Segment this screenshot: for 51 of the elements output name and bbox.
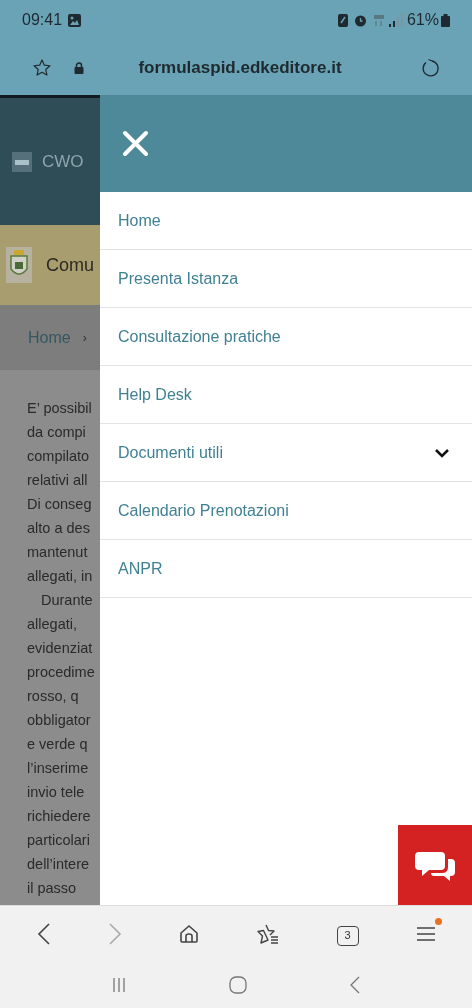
body-text-line: obbligator [27, 711, 92, 730]
body-text-line: relativi all [27, 471, 89, 490]
menu-item[interactable]: Help Desk [100, 366, 472, 424]
body-text-line: Durante [40, 591, 94, 610]
menu-icon[interactable] [415, 925, 436, 943]
chat-button[interactable] [398, 825, 472, 905]
body-text-line: rosso, q [27, 687, 80, 706]
breadcrumb-separator: › [82, 329, 87, 347]
coat-of-arms-icon [6, 247, 32, 283]
home-icon[interactable] [178, 924, 199, 944]
tabs-button[interactable]: 3 [336, 925, 359, 946]
signal-icon [387, 13, 404, 27]
reload-icon[interactable] [420, 57, 440, 78]
body-text-line: E’ possibil [27, 399, 93, 418]
body-text-line: invio tele [27, 783, 86, 802]
municipality-name: Comu [46, 253, 94, 277]
battery-percentage: 61% [406, 10, 439, 30]
body-text-line: richiedere [27, 807, 92, 826]
body-text-line: l’inserime [27, 759, 90, 778]
close-icon[interactable] [122, 130, 149, 157]
gallery-icon [67, 12, 83, 28]
alarm-icon [353, 13, 367, 27]
battery-icon [441, 13, 450, 27]
body-text-line: dell’intere [27, 855, 91, 874]
body-text-line: allegati, in [27, 567, 94, 586]
menu-item[interactable]: Consultazione pratiche [100, 308, 472, 366]
body-text-line: alto a des [27, 519, 91, 538]
back-icon[interactable] [36, 922, 51, 946]
back-icon[interactable] [350, 976, 361, 994]
menu-item[interactable]: ANPR [100, 540, 472, 598]
body-text-line: particolari [27, 831, 91, 850]
body-text-line: evidenziat [27, 639, 94, 658]
star-icon[interactable] [32, 57, 52, 78]
menu-item[interactable]: Calendario Prenotazioni [100, 482, 472, 540]
menu-item[interactable]: Home [100, 192, 472, 250]
body-text-line: Di conseg [27, 495, 93, 514]
menu-item[interactable]: Documenti utili [100, 424, 472, 482]
logo-icon [12, 151, 32, 172]
body-text-line: procedime [27, 663, 96, 682]
lock-icon [74, 61, 84, 74]
clock-time: 09:41 [22, 10, 63, 30]
body-text-line: da compi [27, 423, 87, 442]
body-text-line: e verde q [27, 735, 89, 754]
battery-saver-icon [337, 13, 348, 27]
home-button-icon[interactable] [229, 976, 247, 994]
menu-item[interactable]: Presenta Istanza [100, 250, 472, 308]
site-name: CWO [42, 150, 84, 173]
body-text-line: il passo [27, 879, 78, 898]
body-text-line: allegati, [27, 615, 78, 634]
body-text-line: mantenut [27, 543, 89, 562]
body-text-line: compilato [27, 447, 91, 466]
